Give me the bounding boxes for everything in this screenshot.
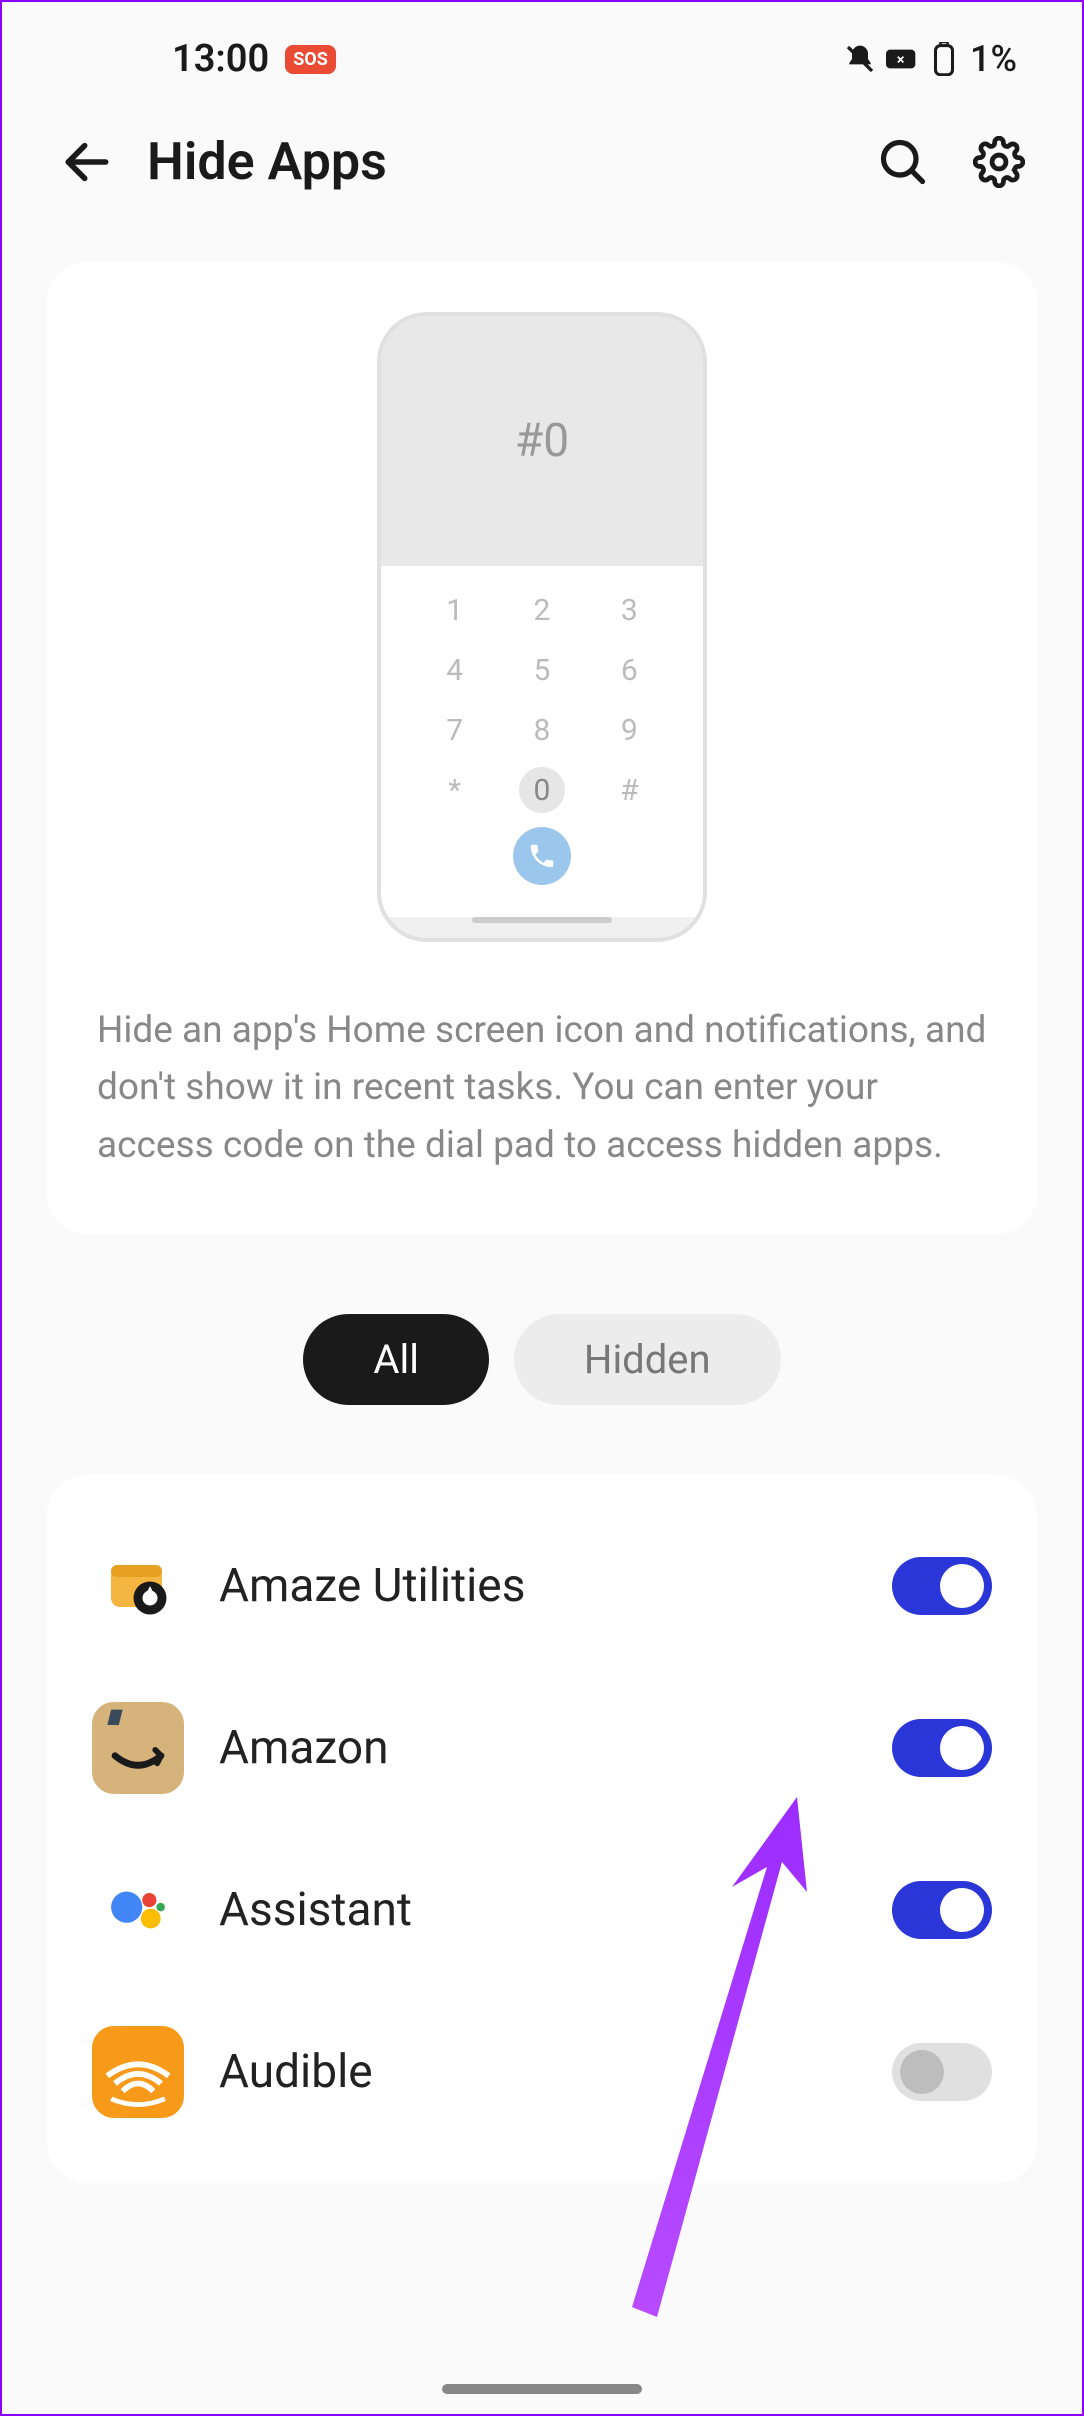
call-icon xyxy=(513,827,571,885)
app-icon-amaze xyxy=(92,1540,184,1632)
back-button[interactable] xyxy=(57,132,117,192)
dialkey: 5 xyxy=(519,648,565,694)
app-row-amaze-utilities: Amaze Utilities xyxy=(92,1505,992,1667)
toggle-assistant[interactable] xyxy=(892,1881,992,1939)
battery-indicator-icon: × xyxy=(886,43,918,75)
dialkey: 2 xyxy=(519,588,565,634)
app-row-audible: Audible xyxy=(92,1991,992,2153)
status-bar: 13:00 SOS × 1% xyxy=(2,2,1082,91)
app-icon-amazon xyxy=(92,1702,184,1794)
home-indicator[interactable] xyxy=(442,2384,642,2394)
filter-tabs: All Hidden xyxy=(2,1314,1082,1405)
dial-code-display: #0 xyxy=(381,316,703,566)
info-description: Hide an app's Home screen icon and notif… xyxy=(97,1002,987,1174)
dialkey: 3 xyxy=(606,588,652,634)
dialkey: 7 xyxy=(432,708,478,754)
app-row-amazon: Amazon xyxy=(92,1667,992,1829)
app-icon-audible xyxy=(92,2026,184,2118)
search-button[interactable] xyxy=(875,134,931,190)
status-time: 13:00 xyxy=(172,37,269,81)
dialpad-mock: 1 2 3 4 5 6 7 8 9 * 0 # xyxy=(381,566,703,917)
app-name-label: Assistant xyxy=(219,1883,857,1937)
app-icon-assistant xyxy=(92,1864,184,1956)
dialkey: 9 xyxy=(606,708,652,754)
phone-mockup: #0 1 2 3 4 5 6 7 8 9 * 0 # xyxy=(377,312,707,942)
filter-all[interactable]: All xyxy=(303,1314,489,1405)
toggle-amaze-utilities[interactable] xyxy=(892,1557,992,1615)
filter-hidden[interactable]: Hidden xyxy=(514,1314,781,1405)
sos-badge: SOS xyxy=(285,45,336,74)
dialkey: # xyxy=(606,767,652,813)
dialkey: 1 xyxy=(432,588,478,634)
mute-icon xyxy=(844,43,876,75)
dialkey: * xyxy=(432,767,478,813)
info-card: #0 1 2 3 4 5 6 7 8 9 * 0 # Hide an app's… xyxy=(47,262,1037,1234)
battery-outline-icon xyxy=(928,43,960,75)
app-list: Amaze Utilities Amazon Assistant Audible xyxy=(47,1475,1037,2183)
dialkey: 4 xyxy=(432,648,478,694)
toggle-audible[interactable] xyxy=(892,2043,992,2101)
settings-button[interactable] xyxy=(971,134,1027,190)
app-name-label: Audible xyxy=(219,2045,857,2099)
app-name-label: Amaze Utilities xyxy=(219,1559,857,1613)
app-row-assistant: Assistant xyxy=(92,1829,992,1991)
page-header: Hide Apps xyxy=(2,91,1082,222)
phone-nav-indicator xyxy=(472,917,612,923)
dialkey: 8 xyxy=(519,708,565,754)
dialkey: 6 xyxy=(606,648,652,694)
app-name-label: Amazon xyxy=(219,1721,857,1775)
page-title: Hide Apps xyxy=(147,131,845,192)
dialkey: 0 xyxy=(519,767,565,813)
svg-text:×: × xyxy=(897,50,905,68)
toggle-amazon[interactable] xyxy=(892,1719,992,1777)
battery-percent: 1% xyxy=(970,38,1017,80)
